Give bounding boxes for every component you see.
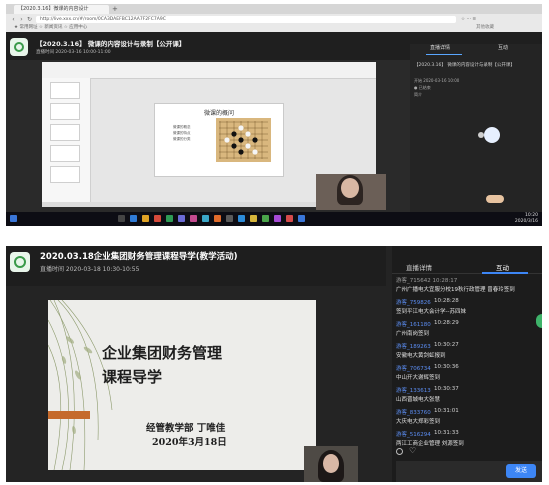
taskbar-app-icon[interactable]	[214, 215, 221, 222]
new-tab-button[interactable]: +	[112, 5, 118, 13]
taskbar-app-icon[interactable]	[130, 215, 137, 222]
taskbar-app-icon[interactable]	[250, 215, 257, 222]
chat-username[interactable]: 游客_133613	[396, 386, 431, 394]
slide-title-line-2: 课程导学	[102, 368, 163, 386]
chat-username[interactable]: 游客_161180	[396, 320, 431, 328]
room-title: 2020.03.18企业集团财务管理课程导学(教学活动)	[40, 252, 238, 262]
slide-title-line-1: 企业集团财务管理	[102, 344, 223, 362]
chat-username[interactable]: 游客_833760	[396, 408, 431, 416]
slide-accent-bar	[48, 411, 90, 419]
teacher-face	[323, 454, 339, 473]
taskbar-app-icon[interactable]	[142, 215, 149, 222]
panel-room-title: 【2020.3.16】 微课的内容设计与录制【公开课】	[414, 63, 515, 68]
chat-time: 10:30:37	[434, 386, 459, 392]
slide-presenter: 经管教学部 丁唯佳	[146, 423, 226, 434]
address-bar[interactable]: http://live.xxx.cn/#/room/0CA3DAEFBC12AA…	[36, 16, 456, 23]
chat-message-text: 大庆电大郑彩签到	[396, 419, 441, 425]
chat-username[interactable]: 游客_759826	[396, 298, 431, 306]
slide-thumbnail	[50, 124, 80, 141]
top-screenshot: 【2020.3.16】微课的内容设计 + ‹ › ↻ http://live.x…	[6, 4, 542, 226]
floating-side-button[interactable]	[536, 314, 542, 328]
panel-info-line: 开始 2020-03-16 10:00	[414, 78, 460, 83]
chat-message-text: 安徽电大黄剑虹报到	[396, 353, 446, 359]
browser-tab[interactable]: 【2020.3.16】微课的内容设计	[14, 5, 109, 14]
tab-interact[interactable]: 互动	[498, 44, 508, 51]
taskbar-app-icon[interactable]	[154, 215, 161, 222]
tab-live-details[interactable]: 直播详情	[406, 262, 432, 272]
chat-time: 10:30:27	[434, 342, 459, 348]
chat-message-text: 山西晋城电大张慧	[396, 397, 441, 403]
slide-date: 2020年3月18日	[152, 437, 227, 448]
browser-toolbar-icons[interactable]: ☆ ⋯ ≡	[461, 16, 476, 23]
chat-message-text: 广州南岗签到	[396, 331, 430, 337]
logo-ring-icon	[14, 256, 26, 268]
chat-username[interactable]: 游客_706734	[396, 364, 431, 372]
room-title: 【2020.3.16】 微课的内容设计与录制【公开课】	[36, 40, 186, 48]
chat-time: 10:28:29	[434, 320, 459, 326]
go-board-image	[216, 118, 271, 162]
taskbar-app-icon[interactable]	[118, 215, 125, 222]
room-time: 直播时间 2020-03-18 10:30-10:55	[40, 266, 140, 273]
side-panel	[410, 44, 542, 226]
slide-thumbnail	[50, 145, 80, 162]
chat-time: 10:28:28	[434, 298, 459, 304]
slide-thumbnail	[50, 166, 80, 183]
taskbar-app-icon[interactable]	[190, 215, 197, 222]
panel-info-line: ● 已结束	[414, 85, 431, 90]
floating-button[interactable]	[486, 195, 504, 203]
taskbar-app-icon[interactable]	[298, 215, 305, 222]
panel-info-line: 简介	[414, 92, 422, 97]
slide-bullet: 微课的分类	[173, 137, 191, 141]
ppt-ribbon	[42, 62, 376, 79]
reload-icon[interactable]: ↻	[26, 16, 33, 23]
teacher-face	[341, 178, 359, 198]
taskbar-app-icon[interactable]	[286, 215, 293, 222]
chat-message-text: 签到平江电大会计学--苏四妹	[396, 309, 466, 315]
chat-username[interactable]: 游客_516294	[396, 430, 431, 438]
slide-thumbnail	[50, 82, 80, 99]
chat-message-text: 两江工商企业管理 刘源签到	[396, 441, 464, 447]
chat-time: 10:31:01	[434, 408, 459, 414]
tab-live-details[interactable]: 直播详情	[430, 44, 450, 51]
other-bookmarks[interactable]: 其他收藏	[476, 24, 494, 31]
system-clock: 10:20 2020/3/16	[500, 213, 538, 225]
taskbar-app-icon[interactable]	[166, 215, 173, 222]
assistant-icon[interactable]	[484, 127, 500, 143]
taskbar-app-icon[interactable]	[202, 215, 209, 222]
back-icon[interactable]: ‹	[10, 16, 17, 23]
emoji-icon[interactable]	[396, 448, 403, 455]
tab-interact[interactable]: 互动	[496, 262, 509, 272]
slide-thumbnail	[50, 103, 80, 120]
like-icon[interactable]: ♡	[409, 446, 416, 455]
active-tab-indicator	[482, 272, 528, 274]
taskbar-app-icon[interactable]	[262, 215, 269, 222]
chat-line-partial: 游客_715642 10:28:17	[396, 278, 458, 284]
chat-message-text: 广州广播电大宜服分校19秋行政管理 曾春玲签到	[396, 287, 515, 293]
logo-ring-icon	[14, 42, 24, 52]
clock-date: 2020/3/16	[514, 219, 538, 224]
send-button[interactable]: 发送	[506, 464, 536, 478]
chat-time: 10:30:36	[434, 364, 459, 370]
bookmarks-bar[interactable]: ★ 常用网址 ☆ 新闻资讯 ☆ 应用中心	[14, 24, 87, 31]
forward-icon[interactable]: ›	[18, 16, 25, 23]
chat-message-text: 中山开大谢辉签到	[396, 375, 441, 381]
chat-time: 10:31:33	[434, 430, 459, 436]
chat-username[interactable]: 游客_189263	[396, 342, 431, 350]
slide-title: 微课的概问	[203, 110, 234, 117]
slide-bullets: 微课的概念 微课的特点 微课的分类	[173, 124, 191, 142]
bottom-screenshot: 2020.03.18企业集团财务管理课程导学(教学活动) 直播时间 2020-0…	[6, 246, 542, 482]
taskbar-app-icon[interactable]	[226, 215, 233, 222]
room-time: 直播时间 2020-03-16 10:00-11:00	[36, 50, 111, 55]
start-icon[interactable]	[10, 215, 17, 222]
taskbar-app-icon[interactable]	[238, 215, 245, 222]
active-tab-indicator	[426, 54, 462, 55]
taskbar-app-icon[interactable]	[274, 215, 281, 222]
taskbar-app-icon[interactable]	[178, 215, 185, 222]
